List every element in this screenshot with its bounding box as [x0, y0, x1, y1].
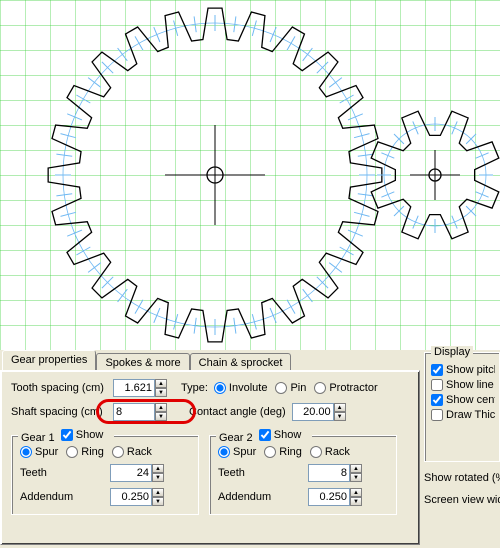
spin-down-icon[interactable]: ▼: [152, 497, 164, 506]
gear1-spur-radio[interactable]: [20, 446, 32, 458]
type-protractor-radio[interactable]: [314, 382, 326, 394]
spin-up-icon[interactable]: ▲: [152, 464, 164, 473]
drawing-canvas[interactable]: [0, 0, 500, 350]
gear1-ring-radio[interactable]: [66, 446, 78, 458]
spin-up-icon[interactable]: ▲: [350, 488, 362, 497]
spin-up-icon[interactable]: ▲: [155, 379, 167, 388]
spin-down-icon[interactable]: ▼: [350, 473, 362, 482]
gear1-teeth-input[interactable]: [110, 464, 152, 482]
display-legend: Display: [431, 346, 473, 358]
gear2-ring-radio[interactable]: [264, 446, 276, 458]
spin-up-icon[interactable]: ▲: [350, 464, 362, 473]
show-center-check[interactable]: [431, 394, 443, 406]
screen-view-label: Screen view widtl: [424, 494, 500, 506]
draw-thicker-label: Draw Thicker: [446, 409, 495, 421]
gear2-teeth-label: Teeth: [218, 467, 308, 479]
gear1-legend: Gear 1: [21, 432, 55, 444]
gear2-rack-radio[interactable]: [310, 446, 322, 458]
show-line-check[interactable]: [431, 379, 443, 391]
tooth-spacing-label: Tooth spacing (cm): [11, 382, 113, 394]
show-line-label: Show line of c: [446, 379, 495, 391]
gear2-addendum-input[interactable]: [308, 488, 350, 506]
gear2-group: Gear 2 Show Spur Ring Rack Teeth ▲▼ Adde…: [209, 435, 397, 515]
gear1-show-check[interactable]: [61, 429, 73, 441]
show-pitch-label: Show pitch d: [446, 364, 495, 376]
tab-body: Tooth spacing (cm) ▲▼ Type: Involute Pin…: [0, 370, 420, 545]
gear2-legend: Gear 2: [219, 432, 253, 444]
gear1-teeth-label: Teeth: [20, 467, 110, 479]
spin-down-icon[interactable]: ▼: [155, 388, 167, 397]
gear1-show-label: Show: [76, 429, 104, 441]
type-protractor-label: Protractor: [329, 382, 377, 394]
display-group: Display Show pitch d Show line of c Show…: [424, 352, 500, 462]
type-pin-label: Pin: [290, 382, 306, 394]
gear2-spur-label: Spur: [233, 446, 256, 458]
gear2-show-check[interactable]: [259, 429, 271, 441]
spin-up-icon[interactable]: ▲: [152, 488, 164, 497]
gear2-spur-radio[interactable]: [218, 446, 230, 458]
type-involute-radio[interactable]: [214, 382, 226, 394]
gear2-addendum-label: Addendum: [218, 491, 308, 503]
gear1-ring-label: Ring: [81, 446, 104, 458]
type-pin-radio[interactable]: [275, 382, 287, 394]
gear1-group: Gear 1 Show Spur Ring Rack Teeth ▲▼ Adde…: [11, 435, 199, 515]
contact-angle-input[interactable]: [292, 403, 334, 421]
tab-chain-sprocket[interactable]: Chain & sprocket: [190, 353, 292, 371]
type-involute-label: Involute: [229, 382, 268, 394]
gear1-addendum-label: Addendum: [20, 491, 110, 503]
gear2-rack-label: Rack: [325, 446, 350, 458]
contact-angle-label: Contact angle (deg): [189, 406, 286, 418]
spin-up-icon[interactable]: ▲: [334, 403, 346, 412]
spin-down-icon[interactable]: ▼: [350, 497, 362, 506]
gear1-addendum-input[interactable]: [110, 488, 152, 506]
gear1-rack-label: Rack: [127, 446, 152, 458]
tab-gear-properties[interactable]: Gear properties: [2, 350, 96, 370]
gear1-spur-label: Spur: [35, 446, 58, 458]
spin-down-icon[interactable]: ▼: [155, 412, 167, 421]
tab-strip: Gear properties Spokes & more Chain & sp…: [0, 350, 420, 370]
gear2-teeth-input[interactable]: [308, 464, 350, 482]
draw-thicker-check[interactable]: [431, 409, 443, 421]
gear1-rack-radio[interactable]: [112, 446, 124, 458]
shaft-spacing-input[interactable]: [113, 403, 155, 421]
spin-down-icon[interactable]: ▼: [334, 412, 346, 421]
shaft-spacing-label: Shaft spacing (cm): [11, 406, 113, 418]
gear2-show-label: Show: [274, 429, 302, 441]
tab-spokes-more[interactable]: Spokes & more: [96, 353, 189, 371]
show-pitch-check[interactable]: [431, 364, 443, 376]
show-rotated-label: Show rotated (% o: [424, 472, 500, 484]
tooth-spacing-input[interactable]: [113, 379, 155, 397]
type-label: Type:: [181, 382, 208, 394]
spin-up-icon[interactable]: ▲: [155, 403, 167, 412]
spin-down-icon[interactable]: ▼: [152, 473, 164, 482]
gear2-ring-label: Ring: [279, 446, 302, 458]
show-center-label: Show center: [446, 394, 495, 406]
